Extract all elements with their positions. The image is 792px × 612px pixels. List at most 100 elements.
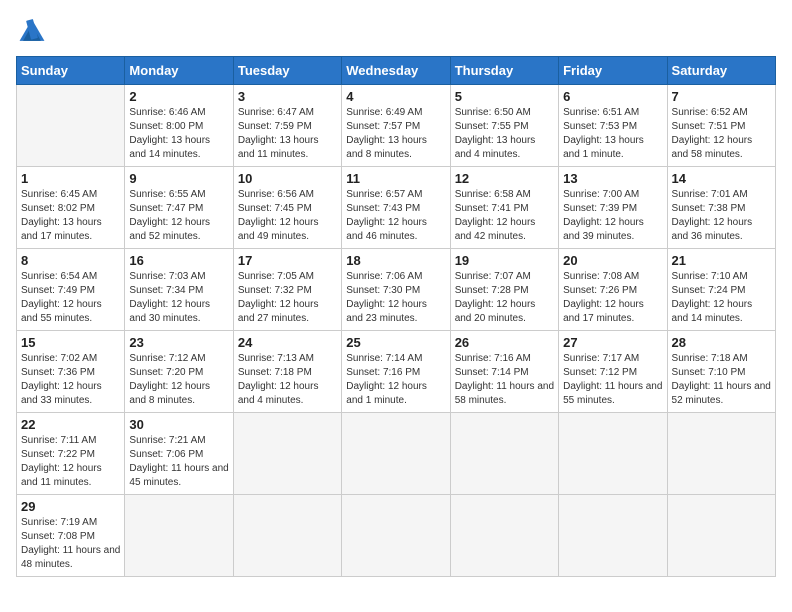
day-number: 15 (21, 335, 120, 350)
day-number: 6 (563, 89, 662, 104)
day-number: 30 (129, 417, 228, 432)
calendar-cell: 6Sunrise: 6:51 AMSunset: 7:53 PMDaylight… (559, 85, 667, 167)
calendar-week-2: 1 Sunrise: 6:45 AMSunset: 8:02 PMDaylight… (17, 167, 776, 249)
day-number: 16 (129, 253, 228, 268)
calendar-cell: 5Sunrise: 6:50 AMSunset: 7:55 PMDaylight… (450, 85, 558, 167)
day-info: Sunrise: 7:21 AMSunset: 7:06 PMDaylight:… (129, 434, 228, 490)
col-thursday: Thursday (450, 57, 558, 85)
day-number: 17 (238, 253, 337, 268)
calendar-cell: 11 Sunrise: 6:57 AMSunset: 7:43 PMDayligh… (342, 167, 450, 249)
day-info: Sunrise: 7:12 AMSunset: 7:20 PMDaylight:… (129, 352, 228, 408)
calendar-cell (559, 495, 667, 577)
day-info: Sunrise: 6:54 AMSunset: 7:49 PMDaylight:… (21, 270, 120, 326)
day-number: 3 (238, 89, 337, 104)
calendar-cell: 18 Sunrise: 7:06 AMSunset: 7:30 PMDayligh… (342, 249, 450, 331)
col-friday: Friday (559, 57, 667, 85)
calendar-cell: 30 Sunrise: 7:21 AMSunset: 7:06 PMDayligh… (125, 413, 233, 495)
calendar-cell: 8 Sunrise: 6:54 AMSunset: 7:49 PMDaylight… (17, 249, 125, 331)
calendar-week-5: 22 Sunrise: 7:11 AMSunset: 7:22 PMDayligh… (17, 413, 776, 495)
day-info: Sunrise: 6:45 AMSunset: 8:02 PMDaylight:… (21, 188, 120, 244)
col-monday: Monday (125, 57, 233, 85)
day-info: Sunrise: 7:11 AMSunset: 7:22 PMDaylight:… (21, 434, 120, 490)
day-number: 13 (563, 171, 662, 186)
calendar-table: Sunday Monday Tuesday Wednesday Thursday… (16, 56, 776, 577)
calendar-cell: 28Sunrise: 7:18 AMSunset: 7:10 PMDayligh… (667, 331, 775, 413)
calendar-cell (342, 495, 450, 577)
calendar-cell: 14 Sunrise: 7:01 AMSunset: 7:38 PMDayligh… (667, 167, 775, 249)
day-info: Sunrise: 7:01 AMSunset: 7:38 PMDaylight:… (672, 188, 771, 244)
day-number: 1 (21, 171, 120, 186)
col-wednesday: Wednesday (342, 57, 450, 85)
calendar-cell: 24 Sunrise: 7:13 AMSunset: 7:18 PMDayligh… (233, 331, 341, 413)
calendar-cell: 4Sunrise: 6:49 AMSunset: 7:57 PMDaylight… (342, 85, 450, 167)
day-number: 10 (238, 171, 337, 186)
day-number: 9 (129, 171, 228, 186)
col-tuesday: Tuesday (233, 57, 341, 85)
day-number: 4 (346, 89, 445, 104)
day-info: Sunrise: 7:19 AMSunset: 7:08 PMDaylight:… (21, 516, 120, 572)
calendar-cell: 25 Sunrise: 7:14 AMSunset: 7:16 PMDayligh… (342, 331, 450, 413)
day-info: Sunrise: 6:47 AMSunset: 7:59 PMDaylight:… (238, 106, 337, 162)
day-info: Sunrise: 6:55 AMSunset: 7:47 PMDaylight:… (129, 188, 228, 244)
calendar-cell: 12 Sunrise: 6:58 AMSunset: 7:41 PMDayligh… (450, 167, 558, 249)
day-info: Sunrise: 7:14 AMSunset: 7:16 PMDaylight:… (346, 352, 445, 408)
day-number: 22 (21, 417, 120, 432)
calendar-cell: 23 Sunrise: 7:12 AMSunset: 7:20 PMDayligh… (125, 331, 233, 413)
calendar-week-3: 8 Sunrise: 6:54 AMSunset: 7:49 PMDaylight… (17, 249, 776, 331)
day-number: 28 (672, 335, 771, 350)
day-number: 19 (455, 253, 554, 268)
calendar-cell: 16 Sunrise: 7:03 AMSunset: 7:34 PMDayligh… (125, 249, 233, 331)
page-header (16, 16, 776, 48)
calendar-cell (342, 413, 450, 495)
day-info: Sunrise: 6:58 AMSunset: 7:41 PMDaylight:… (455, 188, 554, 244)
day-info: Sunrise: 7:08 AMSunset: 7:26 PMDaylight:… (563, 270, 662, 326)
day-number: 8 (21, 253, 120, 268)
day-number: 25 (346, 335, 445, 350)
day-number: 23 (129, 335, 228, 350)
calendar-cell (450, 413, 558, 495)
day-info: Sunrise: 7:03 AMSunset: 7:34 PMDaylight:… (129, 270, 228, 326)
calendar-cell (559, 413, 667, 495)
day-info: Sunrise: 7:10 AMSunset: 7:24 PMDaylight:… (672, 270, 771, 326)
calendar-cell: 9 Sunrise: 6:55 AMSunset: 7:47 PMDaylight… (125, 167, 233, 249)
calendar-cell: 2Sunrise: 6:46 AMSunset: 8:00 PMDaylight… (125, 85, 233, 167)
calendar-week-4: 15Sunrise: 7:02 AMSunset: 7:36 PMDayligh… (17, 331, 776, 413)
day-info: Sunrise: 6:57 AMSunset: 7:43 PMDaylight:… (346, 188, 445, 244)
day-info: Sunrise: 6:56 AMSunset: 7:45 PMDaylight:… (238, 188, 337, 244)
calendar-cell (17, 85, 125, 167)
logo-icon (16, 16, 48, 48)
day-number: 11 (346, 171, 445, 186)
calendar-cell: 27 Sunrise: 7:17 AMSunset: 7:12 PMDayligh… (559, 331, 667, 413)
day-number: 29 (21, 499, 120, 514)
calendar-cell: 7Sunrise: 6:52 AMSunset: 7:51 PMDaylight… (667, 85, 775, 167)
day-number: 26 (455, 335, 554, 350)
day-info: Sunrise: 7:05 AMSunset: 7:32 PMDaylight:… (238, 270, 337, 326)
day-number: 27 (563, 335, 662, 350)
logo (16, 16, 52, 48)
calendar-cell: 20Sunrise: 7:08 AMSunset: 7:26 PMDayligh… (559, 249, 667, 331)
calendar-cell (233, 495, 341, 577)
col-saturday: Saturday (667, 57, 775, 85)
day-info: Sunrise: 7:07 AMSunset: 7:28 PMDaylight:… (455, 270, 554, 326)
calendar-cell (125, 495, 233, 577)
calendar-cell: 22 Sunrise: 7:11 AMSunset: 7:22 PMDayligh… (17, 413, 125, 495)
calendar-cell: 19 Sunrise: 7:07 AMSunset: 7:28 PMDayligh… (450, 249, 558, 331)
day-number: 24 (238, 335, 337, 350)
day-number: 2 (129, 89, 228, 104)
day-info: Sunrise: 7:13 AMSunset: 7:18 PMDaylight:… (238, 352, 337, 408)
day-info: Sunrise: 7:06 AMSunset: 7:30 PMDaylight:… (346, 270, 445, 326)
calendar-cell: 15Sunrise: 7:02 AMSunset: 7:36 PMDayligh… (17, 331, 125, 413)
day-number: 18 (346, 253, 445, 268)
day-number: 12 (455, 171, 554, 186)
calendar-cell: 1 Sunrise: 6:45 AMSunset: 8:02 PMDaylight… (17, 167, 125, 249)
day-info: Sunrise: 7:17 AMSunset: 7:12 PMDaylight:… (563, 352, 662, 408)
day-number: 21 (672, 253, 771, 268)
day-info: Sunrise: 7:00 AMSunset: 7:39 PMDaylight:… (563, 188, 662, 244)
day-info: Sunrise: 7:16 AMSunset: 7:14 PMDaylight:… (455, 352, 554, 408)
day-info: Sunrise: 6:52 AMSunset: 7:51 PMDaylight:… (672, 106, 771, 162)
calendar-cell: 26 Sunrise: 7:16 AMSunset: 7:14 PMDayligh… (450, 331, 558, 413)
header-row: Sunday Monday Tuesday Wednesday Thursday… (17, 57, 776, 85)
day-number: 14 (672, 171, 771, 186)
calendar-cell: 17 Sunrise: 7:05 AMSunset: 7:32 PMDayligh… (233, 249, 341, 331)
day-info: Sunrise: 6:50 AMSunset: 7:55 PMDaylight:… (455, 106, 554, 162)
